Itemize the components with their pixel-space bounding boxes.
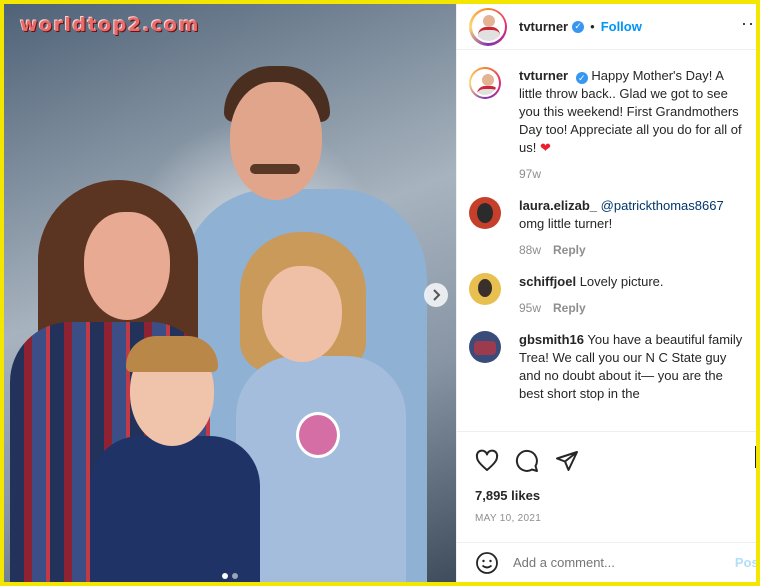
share-icon[interactable] xyxy=(555,449,579,473)
comment-text: omg little turner! xyxy=(519,216,613,231)
carousel-dot-1[interactable] xyxy=(222,573,228,579)
comment-content: laura.elizab_ @patrickthomas8667 omg lit… xyxy=(519,197,747,259)
comment-text: Lovely picture. xyxy=(579,274,664,289)
caption-content: tvturner ✓ Happy Mother's Day! A little … xyxy=(519,67,747,183)
comment-row: laura.elizab_ @patrickthomas8667 omg lit… xyxy=(469,197,747,259)
separator-bullet: • xyxy=(590,19,595,34)
author-avatar[interactable] xyxy=(469,7,507,46)
heart-icon[interactable] xyxy=(475,449,499,473)
comment-content: schiffjoel Lovely picture. 95w Reply xyxy=(519,273,747,317)
reply-button[interactable]: Reply xyxy=(553,299,586,317)
more-options-icon[interactable]: ··· xyxy=(741,13,756,34)
post-header: tvturner ✓ • Follow ··· xyxy=(457,4,756,50)
author-username[interactable]: tvturner xyxy=(519,19,568,34)
comment-time[interactable]: 95w xyxy=(519,299,541,317)
carousel-dots xyxy=(4,573,456,579)
reply-button[interactable]: Reply xyxy=(553,241,586,259)
caption-meta: 97w xyxy=(519,165,747,183)
verified-badge-icon: ✓ xyxy=(575,72,588,84)
comment-row: schiffjoel Lovely picture. 95w Reply xyxy=(469,273,747,317)
follow-button[interactable]: Follow xyxy=(601,19,642,34)
comments-list[interactable]: tvturner ✓ Happy Mother's Day! A little … xyxy=(457,51,756,431)
girl-figure xyxy=(236,356,406,582)
action-bar xyxy=(457,432,756,478)
comment-avatar[interactable] xyxy=(469,197,501,229)
dad-mustache xyxy=(250,164,300,174)
bookmark-icon[interactable] xyxy=(755,446,756,468)
post-photo[interactable]: worldtop2.com xyxy=(4,4,456,582)
comment-icon[interactable] xyxy=(515,449,539,473)
caption-avatar[interactable] xyxy=(469,67,501,99)
comment-input[interactable] xyxy=(513,555,733,570)
verified-badge-icon: ✓ xyxy=(572,20,585,33)
comment-username[interactable]: schiffjoel xyxy=(519,274,576,289)
girl-face xyxy=(262,266,342,362)
post-sidebar: tvturner ✓ • Follow ··· tvturner ✓ Happy… xyxy=(456,4,756,582)
comment-avatar[interactable] xyxy=(469,331,501,363)
comment-username[interactable]: gbsmith16 xyxy=(519,332,584,347)
caption-time[interactable]: 97w xyxy=(519,165,541,183)
dad-face xyxy=(230,82,322,200)
comment-content: gbsmith16 You have a beautiful family Tr… xyxy=(519,331,747,403)
comment-avatar[interactable] xyxy=(469,273,501,305)
mom-face xyxy=(84,212,170,320)
heart-emoji-icon: ❤ xyxy=(539,140,551,155)
screenshot-frame: worldtop2.com tvturner ✓ • Follow ··· tv… xyxy=(0,0,760,586)
comment-username[interactable]: laura.elizab_ xyxy=(519,198,597,213)
comment-time[interactable]: 88w xyxy=(519,241,541,259)
avatar-image xyxy=(471,10,505,43)
avatar-image xyxy=(471,69,499,97)
post-comment-button[interactable]: Post xyxy=(735,555,756,570)
caption-username[interactable]: tvturner xyxy=(519,68,568,83)
carousel-next-button[interactable] xyxy=(424,283,448,307)
comment-mention[interactable]: @patrickthomas8667 xyxy=(601,198,724,213)
post-footer: 7,895 likes MAY 10, 2021 Post xyxy=(457,431,756,582)
comment-meta: 88w Reply xyxy=(519,241,747,259)
chevron-right-icon xyxy=(433,289,441,301)
carousel-dot-2[interactable] xyxy=(232,573,238,579)
comment-row: gbsmith16 You have a beautiful family Tr… xyxy=(469,331,747,403)
emoji-icon[interactable] xyxy=(475,551,499,575)
likes-count[interactable]: 7,895 likes xyxy=(457,478,756,503)
boy-hair xyxy=(126,336,218,372)
add-comment-bar: Post xyxy=(457,542,756,582)
comment-meta: 95w Reply xyxy=(519,299,747,317)
boy-figure xyxy=(90,436,260,582)
watermark-text: worldtop2.com xyxy=(20,14,200,36)
dress-print xyxy=(296,412,340,458)
caption-row: tvturner ✓ Happy Mother's Day! A little … xyxy=(469,67,747,183)
post-date[interactable]: MAY 10, 2021 xyxy=(457,503,756,524)
